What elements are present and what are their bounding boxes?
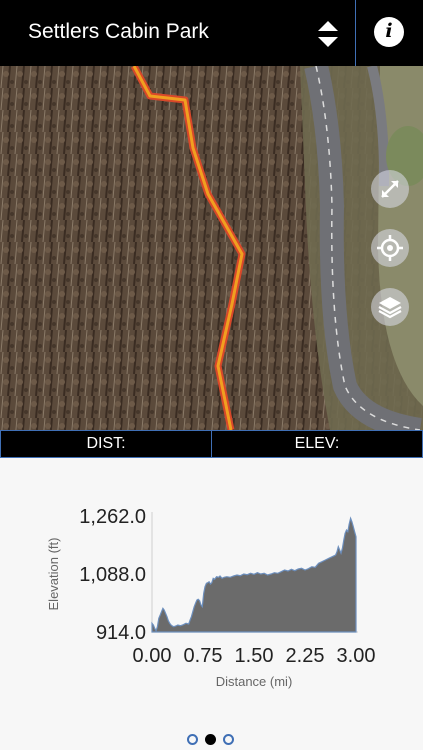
x-tick-label: 0.75	[184, 645, 223, 667]
elevation-stat: ELEV:	[211, 430, 423, 458]
y-tick-label: 914.0	[96, 622, 146, 644]
satellite-map[interactable]	[0, 66, 423, 430]
info-icon: i	[385, 20, 393, 42]
map-imagery	[0, 66, 423, 430]
elevation-area	[151, 516, 357, 633]
page-dot-3[interactable]	[223, 734, 234, 745]
expand-icon	[381, 180, 399, 198]
elevation-chart-panel[interactable]: 914.0 1,088.0 1,262.0 0.00 0.75 1.50 2.25 3.00 D…	[0, 458, 423, 750]
layers-button[interactable]	[371, 288, 409, 326]
x-tick-label: 3.00	[337, 645, 376, 667]
layers-icon	[378, 297, 402, 319]
header-divider	[355, 0, 356, 66]
stats-bar: DIST: ELEV:	[0, 430, 423, 458]
park-title[interactable]: Settlers Cabin Park	[28, 20, 209, 44]
locate-button[interactable]	[371, 229, 409, 267]
elevation-chart: 914.0 1,088.0 1,262.0 0.00 0.75 1.50 2.25 3.00 D…	[46, 506, 376, 689]
top-bar: Settlers Cabin Park i	[0, 0, 423, 66]
page-indicator[interactable]	[185, 734, 245, 746]
locate-crosshair-icon	[377, 235, 403, 261]
y-tick-label: 1,262.0	[79, 506, 146, 528]
y-axis-title: Elevation (ft)	[46, 538, 61, 611]
info-button[interactable]: i	[374, 17, 404, 47]
x-tick-label: 1.50	[235, 645, 274, 667]
y-tick-label: 1,088.0	[79, 564, 146, 586]
sort-updown-icon[interactable]	[316, 20, 340, 48]
page-dot-2[interactable]	[205, 734, 216, 745]
page-dot-1[interactable]	[187, 734, 198, 745]
distance-stat: DIST:	[0, 430, 212, 458]
x-axis-title: Distance (mi)	[216, 674, 293, 689]
expand-button[interactable]	[371, 170, 409, 208]
x-tick-label: 2.25	[286, 645, 325, 667]
x-tick-label: 0.00	[133, 645, 172, 667]
